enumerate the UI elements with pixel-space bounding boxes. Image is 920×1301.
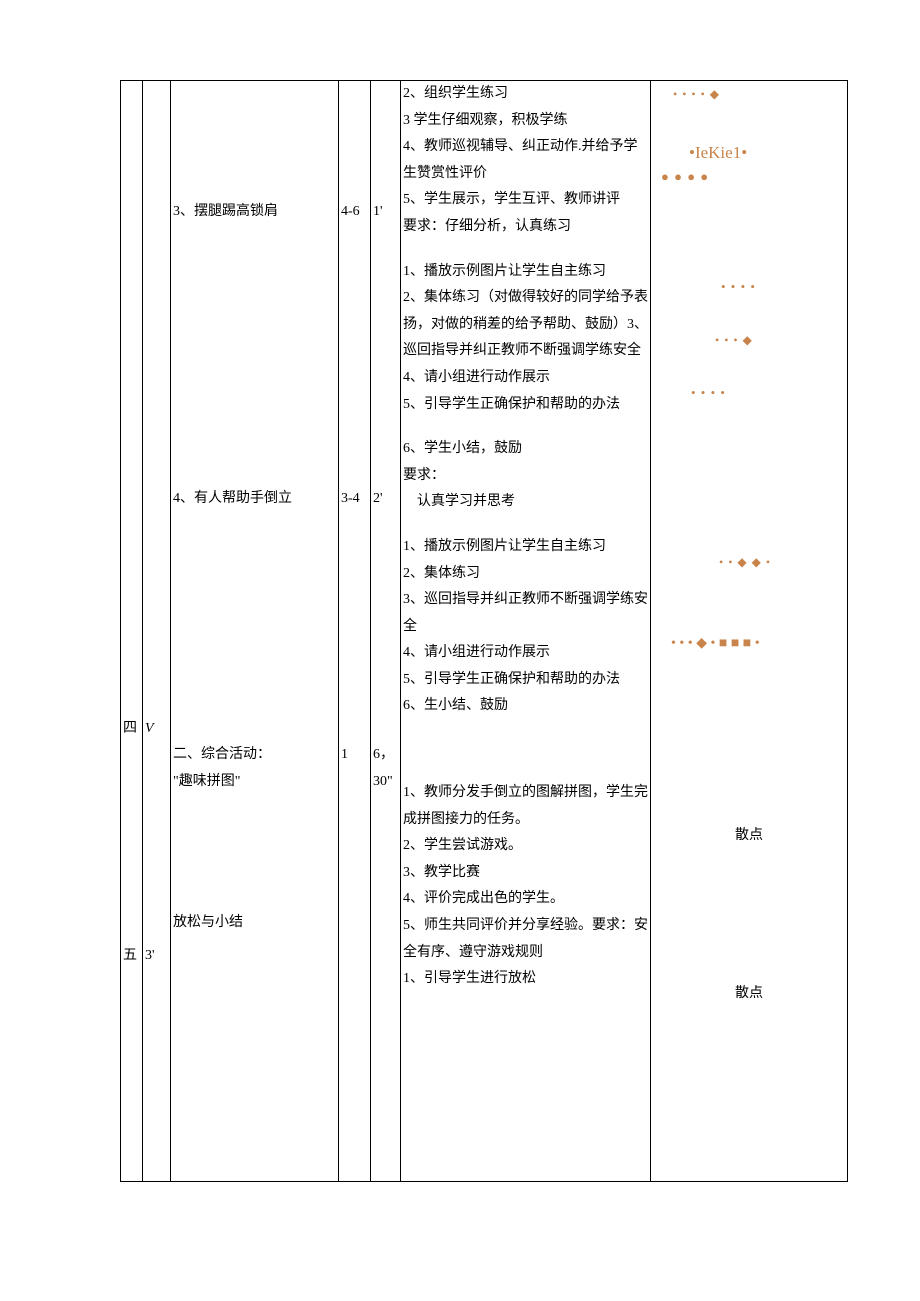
reps-4: 3-4 <box>341 486 368 513</box>
reps-cell: 4-6 3-4 1 <box>339 81 371 1182</box>
activity-5-sub: "趣味拼图" <box>173 769 336 796</box>
dots-icon: • • • • <box>691 381 726 406</box>
diagram-cell: • • • • ◆ •IeKie1• ● ● ● ● • • • • • • •… <box>651 81 848 1182</box>
reps-5: 1 <box>341 742 368 769</box>
dots-icon: ● ● ● ● <box>661 165 709 190</box>
content-line: 2、学生尝试游戏。 <box>403 833 648 860</box>
content-line: 1、教师分发手倒立的图解拼图，学生完成拼图接力的任务。 <box>403 780 648 833</box>
content-line: 1、引导学生进行放松 <box>403 966 648 993</box>
content-line: 5、师生共同评价并分享经验。要求：安全有序、遵守游戏规则 <box>403 913 648 966</box>
activity-3: 3、摆腿踢高锁肩 <box>173 199 336 226</box>
content-block-1: 2、组织学生练习 3 学生仔细观察，积极学练 4、教师巡视辅导、纠正动作.并给予… <box>403 81 648 241</box>
table-row: 四 五 V 3' 3、摆腿踢高锁肩 4、有人帮助手倒立 二、综合活动： "趣味拼… <box>121 81 848 1182</box>
content-line: 1、播放示例图片让学生自主练习 <box>403 534 648 561</box>
section-four: 四 <box>123 716 137 743</box>
scatter-label-2: 散点 <box>653 981 845 1008</box>
activity-4: 4、有人帮助手倒立 <box>173 486 336 513</box>
content-block-2: 1、播放示例图片让学生自主练习 2、集体练习（对做得较好的同学给予表扬，对做的稍… <box>403 259 648 419</box>
content-line: 4、教师巡视辅导、纠正动作.并给予学生赞赏性评价 <box>403 134 648 187</box>
content-block-5: 1、教师分发手倒立的图解拼图，学生完成拼图接力的任务。 2、学生尝试游戏。 3、… <box>403 780 648 993</box>
time-5: 6，30" <box>373 742 398 795</box>
content-line: 3、巡回指导并纠正教师不断强调学练安全 <box>403 587 648 640</box>
section-five-symbol: 3' <box>145 943 155 970</box>
time-3: 1' <box>373 199 398 226</box>
content-line: 1、播放示例图片让学生自主练习 <box>403 259 648 286</box>
dots-icon: • • • ◆ <box>715 329 753 352</box>
activity-5-title: 二、综合活动： <box>173 742 336 769</box>
content-block-3: 6、学生小结，鼓励 要求： 认真学习并思考 <box>403 436 648 516</box>
dots-icon: • • ◆ ◆ • <box>719 551 771 574</box>
content-line: 2、集体练习 <box>403 561 648 588</box>
time-cell: 1' 2' 6，30" <box>371 81 401 1182</box>
content-line: 6、生小结、鼓励 <box>403 693 648 720</box>
content-block-4: 1、播放示例图片让学生自主练习 2、集体练习 3、巡回指导并纠正教师不断强调学练… <box>403 534 648 720</box>
symbol-cell: V 3' <box>143 81 171 1182</box>
content-line: 4、请小组进行动作展示 <box>403 365 648 392</box>
content-line: 4、评价完成出色的学生。 <box>403 886 648 913</box>
dots-icon: • • • • <box>721 275 756 300</box>
content-line: 6、学生小结，鼓励 <box>403 436 648 463</box>
section-number-cell: 四 五 <box>121 81 143 1182</box>
activity-6: 放松与小结 <box>173 910 336 937</box>
scatter-label-1: 散点 <box>653 823 845 850</box>
reps-3: 4-6 <box>341 199 368 226</box>
content-line: 3 学生仔细观察，积极学练 <box>403 108 648 135</box>
content-line: 3、教学比赛 <box>403 860 648 887</box>
dots-icon: • • • • ◆ <box>673 83 720 106</box>
content-line: 2、集体练习（对做得较好的同学给予表扬，对做的稍差的给予帮助、鼓励）3、巡回指导… <box>403 285 648 365</box>
content-line: 5、引导学生正确保护和帮助的办法 <box>403 392 648 419</box>
activity-cell: 3、摆腿踢高锁肩 4、有人帮助手倒立 二、综合活动： "趣味拼图" 放松与小结 <box>171 81 339 1182</box>
lesson-plan-table: 四 五 V 3' 3、摆腿踢高锁肩 4、有人帮助手倒立 二、综合活动： "趣味拼… <box>120 80 848 1182</box>
section-five: 五 <box>123 943 137 970</box>
content-line: 要求：仔细分析，认真练习 <box>403 214 648 241</box>
content-cell: 2、组织学生练习 3 学生仔细观察，积极学练 4、教师巡视辅导、纠正动作.并给予… <box>401 81 651 1182</box>
content-line: 2、组织学生练习 <box>403 81 648 108</box>
squares-icon: • • • ◆ • ■ ■ ■ • <box>671 631 760 658</box>
content-line: 要求： <box>403 463 648 490</box>
section-four-symbol: V <box>145 716 154 743</box>
content-line: 认真学习并思考 <box>403 489 648 516</box>
content-line: 5、学生展示，学生互评、教师讲评 <box>403 187 648 214</box>
time-4: 2' <box>373 486 398 513</box>
content-line: 5、引导学生正确保护和帮助的办法 <box>403 667 648 694</box>
content-line: 4、请小组进行动作展示 <box>403 640 648 667</box>
